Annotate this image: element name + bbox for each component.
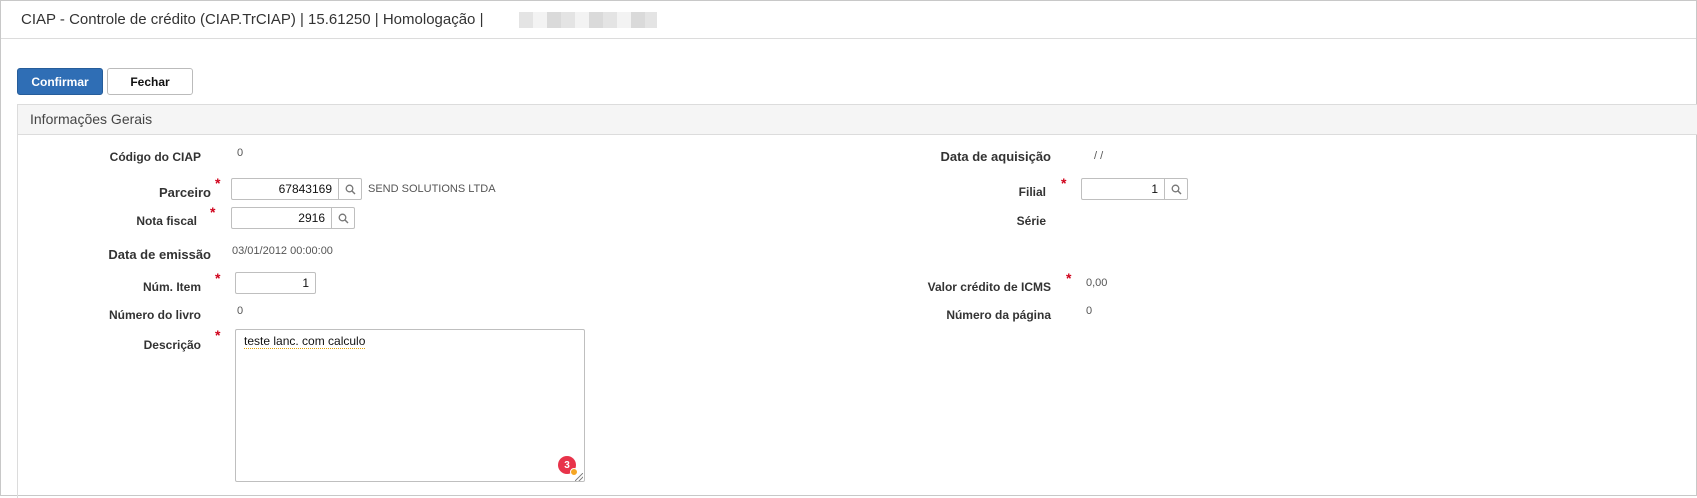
filial-required-mark: *: [1061, 175, 1067, 191]
filial-lookup-button[interactable]: [1165, 178, 1188, 200]
num-item-label: Núm. Item: [142, 280, 201, 294]
numero-livro-value: 0: [237, 305, 244, 317]
descricao-text: teste lanc. com calculo: [244, 334, 366, 349]
data-aquisicao-label: Data de aquisição: [940, 149, 1051, 164]
numero-livro-label: Número do livro: [108, 308, 201, 322]
panel-header[interactable]: Informações Gerais: [18, 105, 1697, 135]
search-icon: [338, 213, 348, 223]
numero-pagina-value: 0: [1086, 305, 1093, 317]
parceiro-description: SEND SOLUTIONS LTDA: [368, 183, 496, 195]
filial-label: Filial: [1018, 185, 1046, 199]
descricao-label: Descrição: [143, 338, 201, 352]
descricao-textarea[interactable]: teste lanc. com calculo: [235, 329, 585, 482]
close-button[interactable]: Fechar: [107, 68, 193, 95]
nota-fiscal-required-mark: *: [210, 204, 216, 220]
nota-fiscal-lookup-button[interactable]: [332, 207, 355, 229]
codigo-ciap-label: Código do CIAP: [109, 150, 201, 164]
parceiro-input[interactable]: [231, 178, 339, 200]
num-item-input[interactable]: [235, 272, 316, 294]
nota-fiscal-input[interactable]: [231, 207, 332, 229]
search-icon: [345, 184, 355, 194]
redacted-environment-name: [519, 12, 657, 28]
parceiro-lookup-button[interactable]: [339, 178, 362, 200]
title-bar: CIAP - Controle de crédito (CIAP.TrCIAP)…: [1, 1, 1696, 39]
nota-fiscal-label: Nota fiscal: [136, 214, 197, 228]
parceiro-required-mark: *: [215, 175, 221, 191]
search-icon: [1171, 184, 1181, 194]
data-aquisicao-value: / /: [1094, 150, 1104, 162]
window-frame: CIAP - Controle de crédito (CIAP.TrCIAP)…: [0, 0, 1697, 498]
valor-credito-icms-label: Valor crédito de ICMS: [927, 280, 1051, 294]
data-emissao-label: Data de emissão: [108, 247, 211, 262]
resize-grip-icon[interactable]: [575, 473, 583, 481]
parceiro-label: Parceiro: [158, 185, 211, 200]
num-item-required-mark: *: [215, 270, 221, 286]
filial-input[interactable]: [1081, 178, 1165, 200]
serie-label: Série: [1016, 214, 1046, 228]
valor-credito-icms-required-mark: *: [1066, 270, 1072, 286]
valor-credito-icms-value: 0,00: [1086, 277, 1108, 289]
data-emissao-value: 03/01/2012 00:00:00: [232, 245, 333, 257]
panel-title: Informações Gerais: [30, 111, 153, 127]
numero-pagina-label: Número da página: [946, 308, 1051, 322]
window-title: CIAP - Controle de crédito (CIAP.TrCIAP)…: [21, 11, 484, 28]
descricao-required-mark: *: [215, 327, 221, 343]
confirm-button[interactable]: Confirmar: [17, 68, 103, 95]
codigo-ciap-value: 0: [237, 147, 244, 159]
